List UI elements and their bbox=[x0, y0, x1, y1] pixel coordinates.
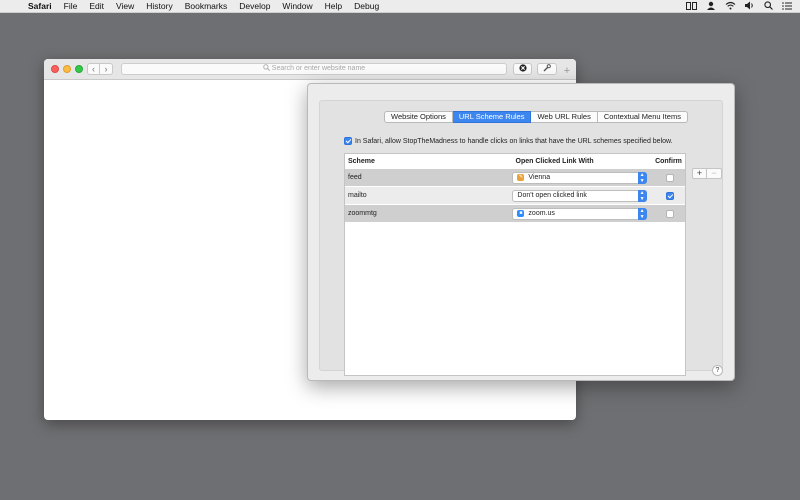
table-row[interactable]: feed ✎ Vienna ▲ ▼ bbox=[345, 169, 685, 186]
new-tab-button[interactable]: + bbox=[561, 65, 573, 77]
volume-icon[interactable] bbox=[745, 1, 755, 12]
forward-button[interactable]: › bbox=[100, 63, 113, 75]
preferences-content: Website Options URL Scheme Rules Web URL… bbox=[319, 100, 723, 376]
chevron-up-down-icon: ▲ ▼ bbox=[637, 171, 647, 184]
confirm-checkbox[interactable] bbox=[666, 191, 675, 200]
header-confirm[interactable]: Confirm bbox=[655, 158, 685, 165]
back-button[interactable]: ‹ bbox=[87, 63, 100, 75]
tab-url-scheme-rules[interactable]: URL Scheme Rules bbox=[452, 111, 532, 123]
close-window-button[interactable] bbox=[51, 65, 59, 73]
help-button[interactable]: ? bbox=[712, 365, 723, 376]
search-icon bbox=[263, 64, 272, 72]
extension-icon bbox=[518, 64, 527, 74]
menu-history[interactable]: History bbox=[140, 1, 178, 11]
add-rule-button[interactable]: + bbox=[692, 168, 707, 179]
wifi-icon[interactable] bbox=[725, 1, 736, 12]
confirm-checkbox[interactable] bbox=[666, 209, 675, 218]
notification-center-icon[interactable] bbox=[782, 1, 792, 12]
confirm-checkbox[interactable] bbox=[666, 173, 675, 182]
scheme-cell: zoommtg bbox=[348, 210, 377, 217]
chevron-up-down-icon: ▲ ▼ bbox=[637, 189, 647, 202]
url-scheme-table: Scheme Open Clicked Link With Confirm fe… bbox=[344, 153, 686, 376]
open-with-value: Vienna bbox=[528, 174, 551, 181]
allow-url-schemes-option: In Safari, allow StopTheMadness to handl… bbox=[344, 137, 673, 145]
open-with-popup[interactable]: Don't open clicked link ▲ ▼ bbox=[512, 189, 647, 202]
tab-contextual-menu-items[interactable]: Contextual Menu Items bbox=[597, 111, 688, 123]
preferences-panel: Website Options URL Scheme Rules Web URL… bbox=[307, 83, 735, 381]
menu-app-name[interactable]: Safari bbox=[22, 1, 58, 11]
menu-help[interactable]: Help bbox=[319, 1, 348, 11]
table-header: Scheme Open Clicked Link With Confirm bbox=[345, 154, 685, 168]
open-with-popup[interactable]: ✎ Vienna ▲ ▼ bbox=[512, 171, 647, 184]
remove-rule-button[interactable]: − bbox=[707, 168, 722, 179]
table-row[interactable]: mailto Don't open clicked link ▲ ▼ bbox=[345, 187, 685, 204]
minimize-window-button[interactable] bbox=[63, 65, 71, 73]
header-open-with[interactable]: Open Clicked Link With bbox=[516, 158, 656, 165]
menubar-status-area bbox=[686, 0, 792, 13]
safari-toolbar: ‹ › Search or enter website name + bbox=[44, 59, 576, 80]
add-remove-buttons: + − bbox=[692, 168, 722, 179]
open-with-value: zoom.us bbox=[528, 210, 555, 217]
header-scheme[interactable]: Scheme bbox=[345, 158, 516, 165]
menu-edit[interactable]: Edit bbox=[83, 1, 110, 11]
tab-web-url-rules[interactable]: Web URL Rules bbox=[531, 111, 598, 123]
spotlight-search-icon[interactable] bbox=[764, 1, 773, 12]
table-row[interactable]: zoommtg ■ zoom.us ▲ ▼ bbox=[345, 205, 685, 222]
vienna-app-icon: ✎ bbox=[517, 174, 525, 181]
address-placeholder: Search or enter website name bbox=[271, 65, 366, 72]
menu-bar: Safari File Edit View History Bookmarks … bbox=[0, 0, 800, 13]
address-bar[interactable]: Search or enter website name bbox=[121, 63, 507, 75]
menu-develop[interactable]: Develop bbox=[233, 1, 276, 11]
chevron-up-down-icon: ▲ ▼ bbox=[637, 207, 647, 220]
confirm-cell bbox=[656, 173, 685, 182]
split-view-icon[interactable] bbox=[686, 1, 697, 12]
confirm-cell bbox=[656, 191, 685, 200]
open-with-popup[interactable]: ■ zoom.us ▲ ▼ bbox=[512, 207, 647, 220]
allow-url-schemes-checkbox[interactable] bbox=[344, 137, 352, 145]
menu-file[interactable]: File bbox=[58, 1, 84, 11]
user-icon[interactable] bbox=[706, 1, 716, 12]
preferences-tabs: Website Options URL Scheme Rules Web URL… bbox=[384, 111, 688, 123]
wrench-icon bbox=[543, 64, 551, 74]
tab-website-options[interactable]: Website Options bbox=[384, 111, 453, 123]
menu-debug[interactable]: Debug bbox=[348, 1, 385, 11]
tools-button[interactable] bbox=[537, 63, 557, 75]
zoom-app-icon: ■ bbox=[517, 210, 525, 217]
scheme-cell: mailto bbox=[348, 192, 367, 199]
navigation-buttons: ‹ › bbox=[87, 63, 113, 75]
window-controls bbox=[51, 65, 83, 73]
menu-view[interactable]: View bbox=[110, 1, 140, 11]
menu-window[interactable]: Window bbox=[276, 1, 318, 11]
open-with-value: Don't open clicked link bbox=[517, 192, 587, 199]
scheme-cell: feed bbox=[348, 174, 362, 181]
stopthemadness-extension-button[interactable] bbox=[513, 63, 532, 75]
allow-url-schemes-label: In Safari, allow StopTheMadness to handl… bbox=[355, 137, 673, 145]
menu-bookmarks[interactable]: Bookmarks bbox=[179, 1, 234, 11]
confirm-cell bbox=[656, 209, 685, 218]
zoom-window-button[interactable] bbox=[75, 65, 83, 73]
